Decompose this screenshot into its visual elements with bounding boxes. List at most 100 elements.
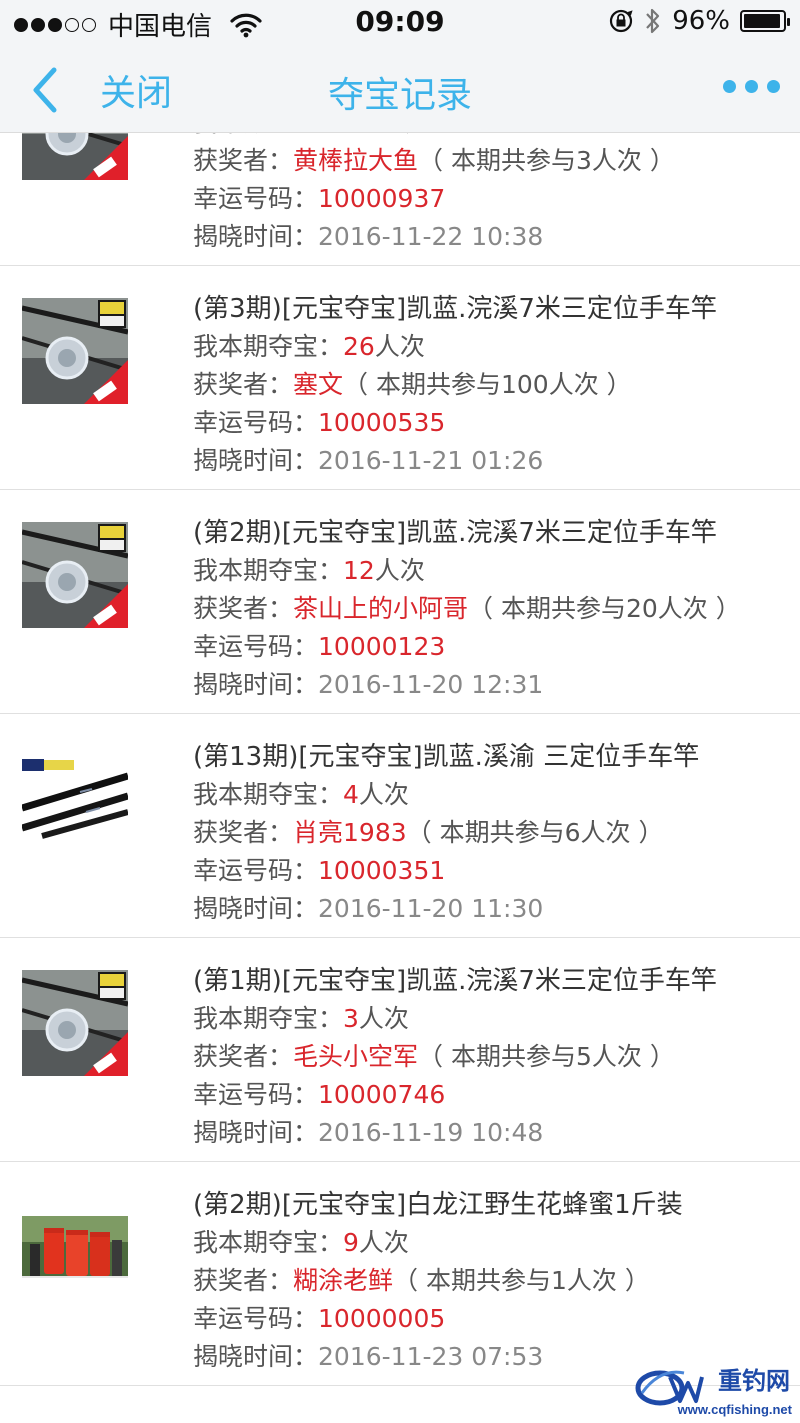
reveal-time-row: 揭晓时间：2016-11-20 11:30 [193,890,773,928]
lucky-number-row: 幸运号码：10000937 [193,180,773,218]
nav-bar: 关闭 夺宝记录 [0,44,800,133]
my-entries-unit: 人次 [358,1004,409,1033]
winner-label: 获奖者： [193,1042,294,1071]
winner-label: 获奖者： [193,146,294,175]
lucky-number-label: 幸运号码： [193,408,319,437]
reveal-time-label: 揭晓时间： [193,670,319,699]
record-details: (第1期)[元宝夺宝]凯蓝.浣溪7米三定位手车竿 我本期夺宝：3人次 获奖者：毛头小… [193,962,773,1152]
more-dot-icon [767,80,780,93]
product-thumbnail [22,522,128,628]
record-item[interactable]: (第2期)[元宝夺宝]凯蓝.浣溪7米三定位手车竿 我本期夺宝：12人次 获奖者：茶山… [0,490,800,714]
product-thumbnail [22,746,128,852]
record-item[interactable]: (第1期)[元宝夺宝]凯蓝.浣溪7米三定位手车竿 我本期夺宝：3人次 获奖者：毛头小… [0,938,800,1162]
winner-label: 获奖者： [193,1266,294,1295]
record-details: (第2期)[元宝夺宝]白龙江野生花蜂蜜1斤装我本期夺宝：9人次 获奖者：糊涂老鲜（… [193,1186,773,1376]
winner-name: 黄棒拉大鱼 [293,146,419,175]
winner-name: 肖亮1983 [293,818,407,847]
my-entries-unit: 人次 [374,556,425,585]
site-watermark: 重钓网 www.cqfishing.net [634,1359,794,1419]
more-dot-icon [723,80,736,93]
record-list[interactable]: 我本期夺宝：18人次获奖者：黄棒拉大鱼（ 本期共参与3人次 ）幸运号码：1000… [0,133,800,1423]
lucky-number-value: 10000937 [318,184,446,213]
winner-participation-note: （ 本期共参与6人次 ） [406,818,664,847]
winner-participation-note: （ 本期共参与3人次 ） [418,146,675,175]
record-title: (第3期)[元宝夺宝]凯蓝.浣溪7米三定位手车竿 [193,294,717,324]
reveal-time-row: 揭晓时间：2016-11-20 12:31 [193,666,773,704]
lucky-number-value: 10000351 [318,856,446,885]
my-entries-label: 我本期夺宝： [193,1004,344,1033]
battery-icon [740,10,790,32]
reveal-time-value: 2016-11-19 10:48 [318,1118,544,1147]
status-bar: 中国电信 09:09 96% [0,0,800,44]
record-title: (第2期)[元宝夺宝]白龙江野生花蜂蜜1斤装 [193,1190,683,1220]
winner-row: 获奖者：茶山上的小阿哥（ 本期共参与20人次 ） [193,590,773,628]
lucky-number-label: 幸运号码： [193,1080,319,1109]
record-item[interactable]: (第2期)[元宝夺宝]白龙江野生花蜂蜜1斤装我本期夺宝：9人次 获奖者：糊涂老鲜（… [0,1162,800,1386]
my-entries-unit: 人次 [358,1228,409,1257]
my-entries-unit: 人次 [358,780,409,809]
my-entries-count: 4 [343,780,359,809]
reveal-time-value: 2016-11-23 07:53 [318,1342,544,1371]
more-options-button[interactable] [723,80,780,93]
winner-name: 塞文 [293,370,344,399]
lucky-number-row: 幸运号码：10000351 [193,852,773,890]
my-entries-row: 我本期夺宝：12人次 [193,552,773,590]
lucky-number-row: 幸运号码：10000123 [193,628,773,666]
reveal-time-label: 揭晓时间： [193,1342,319,1371]
record-details: (第3期)[元宝夺宝]凯蓝.浣溪7米三定位手车竿 我本期夺宝：26人次获奖者：塞文… [193,290,773,480]
record-title: (第2期)[元宝夺宝]凯蓝.浣溪7米三定位手车竿 [193,518,717,548]
winner-label: 获奖者： [193,594,294,623]
lucky-number-label: 幸运号码： [193,856,319,885]
record-item[interactable]: (第3期)[元宝夺宝]凯蓝.浣溪7米三定位手车竿 我本期夺宝：26人次获奖者：塞文… [0,266,800,490]
my-entries-label: 我本期夺宝： [193,133,343,137]
reveal-time-value: 2016-11-20 12:31 [318,670,544,699]
lucky-number-label: 幸运号码： [193,1304,319,1333]
reveal-time-row: 揭晓时间：2016-11-19 10:48 [193,1114,773,1152]
winner-label: 获奖者： [193,818,294,847]
my-entries-count: 9 [343,1228,359,1257]
site-url: www.cqfishing.net [677,1402,792,1417]
reveal-time-value: 2016-11-22 10:38 [318,222,544,251]
winner-participation-note: （ 本期共参与20人次 ） [468,594,741,623]
page-title: 夺宝记录 [327,75,472,116]
record-item[interactable]: 我本期夺宝：18人次获奖者：黄棒拉大鱼（ 本期共参与3人次 ）幸运号码：1000… [0,133,800,266]
my-entries-label: 我本期夺宝： [193,556,344,585]
winner-row: 获奖者：毛头小空军（ 本期共参与5人次 ） [193,1038,773,1076]
reveal-time-row: 揭晓时间：2016-11-22 10:38 [193,218,773,256]
winner-participation-note: （ 本期共参与5人次 ） [418,1042,675,1071]
my-entries-label: 我本期夺宝： [193,332,344,361]
winner-name: 毛头小空军 [293,1042,419,1071]
lucky-number-row: 幸运号码：10000746 [193,1076,773,1114]
status-right: 96% [608,6,790,36]
reveal-time-value: 2016-11-20 11:30 [318,894,544,923]
more-dot-icon [745,80,758,93]
my-entries-unit: 人次 [374,332,425,361]
my-entries-row: 我本期夺宝：18人次 [193,133,773,142]
record-details: 我本期夺宝：18人次获奖者：黄棒拉大鱼（ 本期共参与3人次 ）幸运号码：1000… [193,133,773,256]
product-thumbnail [22,133,128,180]
my-entries-row: 我本期夺宝：9人次 [193,1224,773,1262]
record-list-content: 我本期夺宝：18人次获奖者：黄棒拉大鱼（ 本期共参与3人次 ）幸运号码：1000… [0,133,800,1386]
reveal-time-label: 揭晓时间： [193,222,319,251]
record-item[interactable]: (第13期)[元宝夺宝]凯蓝.溪渝 三定位手车竿 我本期夺宝：4人次 获奖者：肖亮1… [0,714,800,938]
winner-row: 获奖者：糊涂老鲜（ 本期共参与1人次 ） [193,1262,773,1300]
my-entries-row: 我本期夺宝：3人次 [193,1000,773,1038]
lucky-number-value: 10000123 [318,632,446,661]
winner-row: 获奖者：肖亮1983（ 本期共参与6人次 ） [193,814,773,852]
battery-level [744,14,781,28]
rotation-lock-icon [610,9,633,33]
bluetooth-icon [646,8,660,34]
lucky-number-value: 10000746 [318,1080,446,1109]
winner-name: 茶山上的小阿哥 [293,594,469,623]
lucky-number-value: 10000535 [318,408,446,437]
reveal-time-row: 揭晓时间：2016-11-21 01:26 [193,442,773,480]
winner-row: 获奖者：黄棒拉大鱼（ 本期共参与3人次 ） [193,142,773,180]
site-name: 重钓网 [718,1367,790,1395]
battery-percent: 96% [672,6,730,36]
lucky-number-label: 幸运号码： [193,632,319,661]
record-title: (第1期)[元宝夺宝]凯蓝.浣溪7米三定位手车竿 [193,966,717,996]
lucky-number-value: 10000005 [318,1304,446,1333]
reveal-time-label: 揭晓时间： [193,894,319,923]
winner-row: 获奖者：塞文（ 本期共参与100人次 ） [193,366,773,404]
my-entries-count: 26 [343,332,375,361]
